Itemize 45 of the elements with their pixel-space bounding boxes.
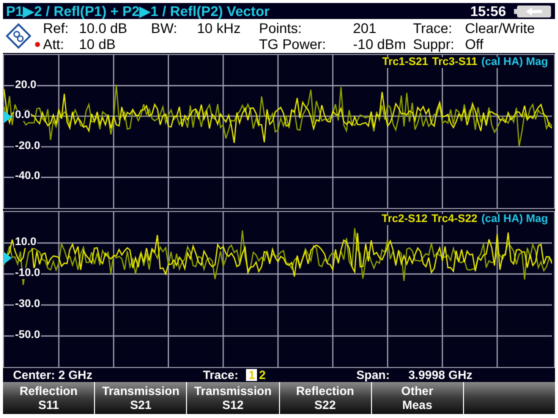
axis-label: 0.0: [14, 110, 32, 122]
span-value: 3.9998 GHz: [408, 369, 472, 381]
span-label: Span:: [356, 369, 391, 381]
axis-label: -40.0: [14, 171, 42, 182]
trace-label: Trace:: [203, 369, 238, 381]
trace-legend-label: (cal HA) Mag: [481, 214, 548, 225]
softkey-button[interactable]: Reflection S11: [3, 382, 94, 414]
softkey-button[interactable]: Other Meas: [372, 382, 463, 414]
info-value: 10 kHz: [197, 20, 241, 36]
info-label: Points:: [259, 20, 302, 36]
softkey-button[interactable]: Reflection S22: [280, 382, 371, 414]
info-value: Clear/Write: [465, 20, 535, 36]
axis-label: -50.0: [14, 330, 42, 341]
logo-icon: [6, 22, 31, 50]
center-frequency: Center: 2 GHz: [13, 369, 94, 381]
blank-softkey-button[interactable]: [464, 382, 556, 414]
info-label: Att:: [43, 36, 64, 52]
info-label: Trace:: [413, 20, 452, 36]
trace-legend-label: Trc2-S12: [382, 214, 428, 225]
battery-icon: [514, 4, 552, 18]
info-value: -10 dBm: [353, 36, 406, 52]
trace-legend-label: (cal HA) Mag: [481, 57, 548, 68]
softkey-button[interactable]: Transmission S21: [95, 382, 186, 414]
clock-time: 15:56: [470, 4, 506, 18]
axis-label: -10.0: [14, 268, 42, 279]
info-value: 10.0 dB: [79, 20, 128, 36]
trace-legend-label: Trc4-S22: [432, 214, 478, 225]
axis-label: -20.0: [14, 140, 42, 152]
info-label: Ref:: [43, 20, 69, 36]
reference-marker-icon: [4, 111, 12, 123]
info-label: TG Power:: [259, 36, 326, 52]
axis-label: -30.0: [14, 299, 42, 310]
info-value: 10 dB: [79, 36, 116, 52]
info-value: Off: [465, 36, 484, 52]
window-title: P1▶2 / Refl(P1) + P2▶1 / Refl(P2) Vector: [6, 4, 270, 18]
reference-marker-icon: [4, 252, 12, 264]
axis-label: 20.0: [14, 80, 38, 91]
info-label: Suppr:: [413, 36, 454, 52]
trace-legend-label: Trc3-S11: [432, 57, 478, 68]
trace-legend-label: Trc1-S21: [382, 57, 428, 68]
trace-selector[interactable]: 2: [257, 369, 268, 381]
axis-label: 10.0: [14, 237, 38, 248]
info-label: BW:: [151, 20, 178, 36]
info-value: 201: [353, 20, 376, 36]
softkey-button[interactable]: Transmission S12: [187, 382, 279, 414]
